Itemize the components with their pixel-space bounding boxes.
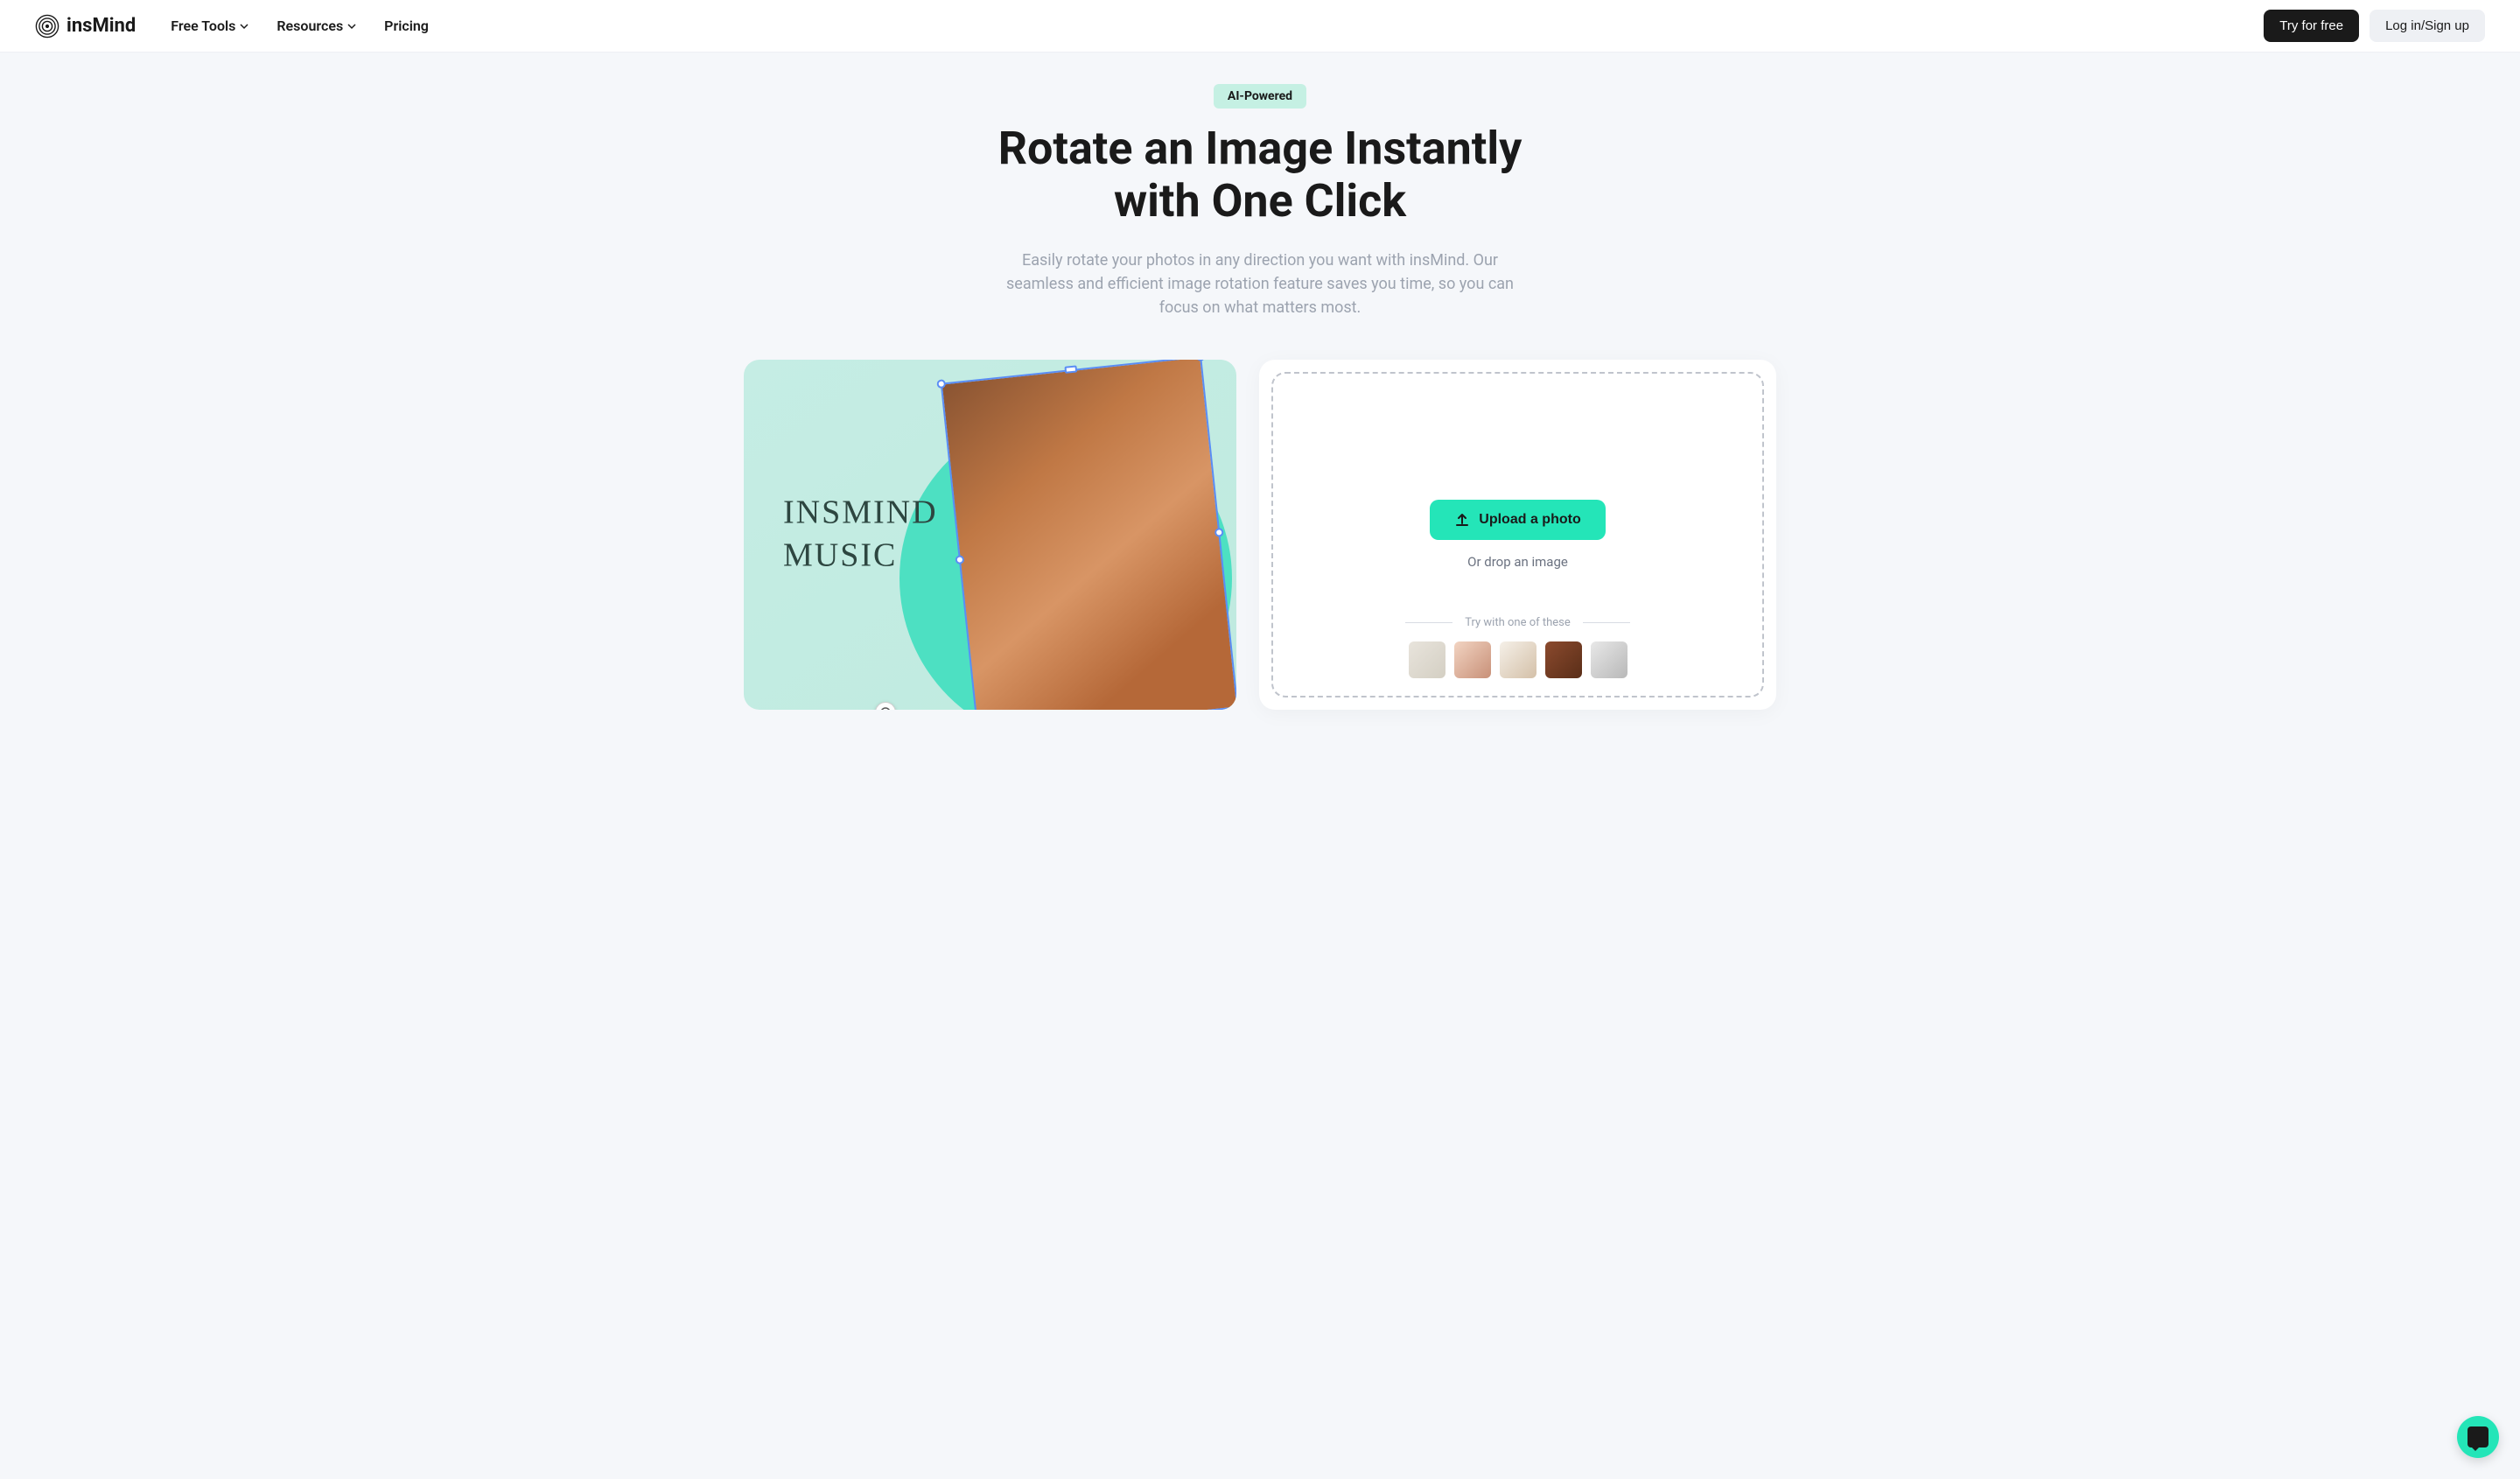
upload-panel: Upload a photo Or drop an image Try with… (1259, 360, 1776, 710)
sample-image-1[interactable] (1409, 641, 1446, 678)
nav-resources-label: Resources (276, 18, 343, 34)
resize-handle-middle-left[interactable] (955, 554, 964, 564)
drop-hint-text: Or drop an image (1467, 554, 1568, 570)
hero-section: AI-Powered Rotate an Image Instantly wit… (0, 53, 2520, 346)
upload-photo-button[interactable]: Upload a photo (1430, 500, 1605, 540)
preview-line-1: INSMIND (783, 491, 938, 534)
samples-row (1409, 641, 1628, 678)
login-signup-button[interactable]: Log in/Sign up (2370, 10, 2485, 42)
sample-image-3[interactable] (1500, 641, 1536, 678)
logo-spiral-icon (35, 14, 60, 39)
chevron-down-icon (347, 22, 356, 31)
upload-icon (1454, 512, 1470, 528)
chat-icon (2468, 1426, 2488, 1447)
content-row: INSMIND MUSIC Upload a (718, 360, 1802, 710)
resize-handle-top-left[interactable] (936, 379, 946, 389)
samples-divider: Try with one of these (1405, 616, 1630, 629)
logo-text: insMind (66, 15, 136, 37)
preview-panel: INSMIND MUSIC (744, 360, 1236, 710)
rotate-handle[interactable] (875, 702, 896, 710)
try-for-free-button[interactable]: Try for free (2264, 10, 2359, 42)
upload-button-label: Upload a photo (1479, 512, 1580, 528)
sample-image-2[interactable] (1454, 641, 1491, 678)
resize-handle-bottom-right[interactable] (1233, 702, 1236, 709)
resize-handle-top-right[interactable] (1196, 360, 1206, 361)
chevron-down-icon (240, 22, 248, 31)
divider-line (1405, 622, 1452, 623)
rotate-icon (879, 706, 892, 710)
samples-section: Try with one of these (1273, 616, 1762, 678)
preview-text: INSMIND MUSIC (783, 491, 938, 578)
nav-free-tools[interactable]: Free Tools (171, 18, 248, 34)
resize-handle-top-center[interactable] (1064, 365, 1077, 373)
nav-pricing-label: Pricing (384, 18, 429, 34)
page-title: Rotate an Image Instantly with One Click (954, 123, 1566, 228)
nav-free-tools-label: Free Tools (171, 18, 235, 34)
chat-support-button[interactable] (2457, 1416, 2499, 1458)
samples-label: Try with one of these (1465, 616, 1571, 629)
header-left: insMind Free Tools Resources Pricing (35, 14, 429, 39)
logo[interactable]: insMind (35, 14, 136, 39)
nav-pricing[interactable]: Pricing (384, 18, 429, 34)
header: insMind Free Tools Resources Pricing Try… (0, 0, 2520, 53)
header-right: Try for free Log in/Sign up (2264, 10, 2485, 42)
sample-image-5[interactable] (1591, 641, 1628, 678)
image-selection-frame[interactable] (941, 360, 1236, 710)
ai-powered-badge: AI-Powered (1214, 84, 1306, 109)
upload-dropzone[interactable]: Upload a photo Or drop an image Try with… (1271, 372, 1764, 697)
sample-image-4[interactable] (1545, 641, 1582, 678)
divider-line (1583, 622, 1630, 623)
preview-line-2: MUSIC (783, 535, 938, 578)
main-nav: Free Tools Resources Pricing (171, 18, 429, 34)
page-subtitle: Easily rotate your photos in any directi… (998, 249, 1522, 319)
nav-resources[interactable]: Resources (276, 18, 356, 34)
